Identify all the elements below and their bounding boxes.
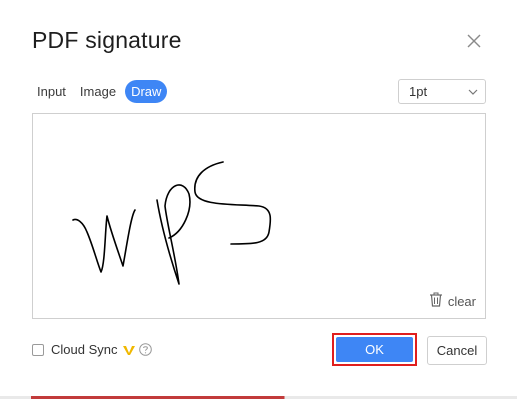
cancel-button[interactable]: Cancel [427, 336, 487, 365]
tab-input[interactable]: Input [32, 80, 71, 103]
signature-mode-tabs: Input Image Draw [32, 80, 168, 103]
signature-drawing [72, 161, 272, 285]
help-icon[interactable] [139, 343, 153, 356]
vip-badge-icon [122, 343, 136, 357]
close-icon[interactable] [464, 31, 484, 51]
cloud-sync-option: Cloud Sync [32, 342, 153, 357]
clear-button[interactable]: clear [429, 292, 476, 310]
tab-draw[interactable]: Draw [125, 80, 168, 103]
ok-button[interactable]: OK [336, 337, 413, 362]
chevron-down-icon [467, 86, 479, 98]
pen-width-value: 1pt [409, 84, 428, 99]
tab-image[interactable]: Image [75, 80, 121, 103]
cloud-sync-label[interactable]: Cloud Sync [51, 342, 117, 357]
clear-label: clear [447, 293, 476, 309]
pdf-signature-dialog: PDF signature Input Image Draw 1pt clear… [0, 0, 517, 399]
trash-icon [429, 292, 443, 310]
pen-width-select[interactable]: 1pt [398, 79, 486, 104]
signature-canvas[interactable]: clear [32, 113, 486, 319]
dialog-title: PDF signature [32, 27, 182, 53]
cloud-sync-checkbox[interactable] [32, 343, 44, 356]
